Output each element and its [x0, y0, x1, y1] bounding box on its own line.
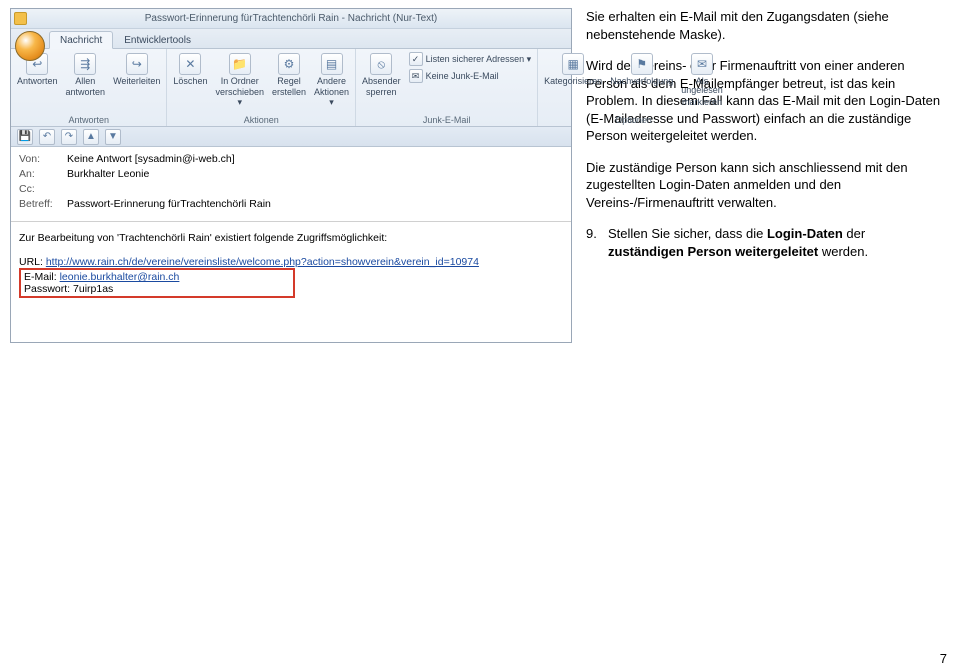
ribbon-group-junk: ⦸ Absender sperren ✓ Listen sicherer Adr…	[356, 49, 538, 126]
group-label-respond: Antworten	[15, 114, 162, 125]
step-number: 9.	[586, 225, 600, 260]
reply-all-icon: ⇶	[74, 53, 96, 75]
categorize-button[interactable]: ▦ Kategorisieren	[542, 51, 604, 86]
tab-devtools[interactable]: Entwicklertools	[113, 31, 202, 48]
other-actions-button[interactable]: ▤ Andere Aktionen ▾	[312, 51, 351, 107]
to-value: Burkhalter Leonie	[67, 168, 149, 180]
title-bar: Passwort-Erinnerung fürTrachtenchörli Ra…	[11, 9, 571, 29]
delete-button[interactable]: ✕ Löschen	[171, 51, 209, 86]
safe-list-icon: ✓	[409, 52, 423, 66]
subject-label: Betreff:	[19, 198, 67, 210]
followup-button[interactable]: ⚑ Nachverfolgung	[608, 51, 675, 86]
window-title: Passwort-Erinnerung fürTrachtenchörli Ra…	[145, 13, 438, 24]
email-link[interactable]: leonie.burkhalter@rain.ch	[60, 271, 180, 283]
office-orb-button[interactable]	[15, 31, 45, 61]
password-label: Passwort:	[24, 283, 73, 295]
page-number: 7	[940, 651, 947, 666]
ribbon-tabs: Nachricht Entwicklertools	[11, 29, 571, 49]
not-junk-icon: ✉	[409, 69, 423, 83]
subject-value: Passwort-Erinnerung fürTrachtenchörli Ra…	[67, 198, 271, 210]
url-line: URL: http://www.rain.ch/de/vereine/verei…	[19, 256, 563, 268]
body-intro-text: Zur Bearbeitung von 'Trachtenchörli Rain…	[19, 232, 563, 244]
instruction-step-9: 9. Stellen Sie sicher, dass die Login-Da…	[586, 225, 941, 260]
window-icon	[14, 12, 27, 25]
cc-label: Cc:	[19, 183, 67, 195]
unread-icon: ✉	[691, 53, 713, 75]
folder-icon: 📁	[229, 53, 251, 75]
block-icon: ⦸	[370, 53, 392, 75]
outlook-window: Passwort-Erinnerung fürTrachtenchörli Ra…	[10, 8, 572, 343]
email-line: E-Mail: leonie.burkhalter@rain.ch	[24, 271, 290, 283]
move-to-folder-button[interactable]: 📁 In Ordner verschieben ▾	[213, 51, 266, 107]
credentials-highlight: E-Mail: leonie.burkhalter@rain.ch Passwo…	[19, 268, 295, 298]
rule-icon: ⚙	[278, 53, 300, 75]
categorize-icon: ▦	[562, 53, 584, 75]
url-link[interactable]: http://www.rain.ch/de/vereine/vereinslis…	[46, 256, 479, 268]
password-value: 7uirp1as	[73, 283, 113, 295]
instruction-p1: Sie erhalten ein E-Mail mit den Zugangsd…	[586, 8, 941, 43]
forward-button[interactable]: ↪ Weiterleiten	[111, 51, 162, 86]
qat-next-button[interactable]: ▼	[105, 129, 121, 145]
delete-icon: ✕	[179, 53, 201, 75]
url-label: URL:	[19, 256, 46, 268]
message-headers: Von: Keine Antwort [sysadmin@i-web.ch] A…	[11, 147, 571, 222]
from-value: Keine Antwort [sysadmin@i-web.ch]	[67, 153, 235, 165]
ribbon-group-options: ▦ Kategorisieren ⚑ Nachverfolgung ✉ Als …	[538, 49, 729, 126]
qat-prev-button[interactable]: ▲	[83, 129, 99, 145]
email-label: E-Mail:	[24, 271, 60, 283]
ribbon: ↩ Antworten ⇶ Allen antworten ↪ Weiterle…	[11, 49, 571, 127]
other-actions-icon: ▤	[321, 53, 343, 75]
password-line: Passwort: 7uirp1as	[24, 283, 290, 295]
group-label-junk: Junk-E-Mail	[360, 114, 533, 125]
reply-all-button[interactable]: ⇶ Allen antworten	[64, 51, 108, 98]
qat-undo-button[interactable]: ↶	[39, 129, 55, 145]
create-rule-button[interactable]: ⚙ Regel erstellen	[270, 51, 308, 98]
qat-save-button[interactable]: 💾	[17, 129, 33, 145]
from-label: Von:	[19, 153, 67, 165]
mark-unread-button[interactable]: ✉ Als ungelesen markieren	[679, 51, 725, 107]
safe-lists-button[interactable]: ✓ Listen sicherer Adressen ▾	[407, 51, 534, 67]
ribbon-group-respond: ↩ Antworten ⇶ Allen antworten ↪ Weiterle…	[11, 49, 167, 126]
to-label: An:	[19, 168, 67, 180]
group-label-options: Optionen	[542, 114, 725, 125]
tab-message[interactable]: Nachricht	[49, 31, 113, 49]
qat-redo-button[interactable]: ↷	[61, 129, 77, 145]
block-sender-button[interactable]: ⦸ Absender sperren	[360, 51, 403, 98]
instruction-p3: Die zuständige Person kann sich anschlie…	[586, 159, 941, 212]
ribbon-group-actions: ✕ Löschen 📁 In Ordner verschieben ▾ ⚙ Re…	[167, 49, 356, 126]
forward-icon: ↪	[126, 53, 148, 75]
group-label-actions: Aktionen	[171, 114, 351, 125]
message-body: Zur Bearbeitung von 'Trachtenchörli Rain…	[11, 222, 571, 342]
flag-icon: ⚑	[631, 53, 653, 75]
not-junk-button[interactable]: ✉ Keine Junk-E-Mail	[407, 68, 534, 84]
quick-access-toolbar: 💾 ↶ ↷ ▲ ▼	[11, 127, 571, 147]
step-text: Stellen Sie sicher, dass die Login-Daten…	[608, 225, 941, 260]
